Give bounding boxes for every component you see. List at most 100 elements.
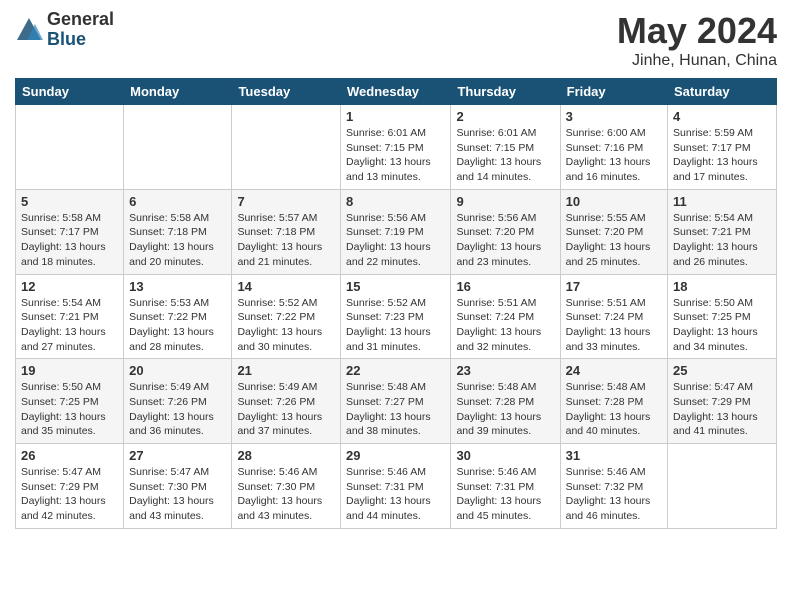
page-container: General Blue May 2024 Jinhe, Hunan, Chin… <box>0 0 792 544</box>
day-number: 16 <box>456 279 554 294</box>
calendar-week-4: 19Sunrise: 5:50 AM Sunset: 7:25 PM Dayli… <box>16 359 777 444</box>
day-number: 10 <box>566 194 662 209</box>
calendar-cell: 23Sunrise: 5:48 AM Sunset: 7:28 PM Dayli… <box>451 359 560 444</box>
title-block: May 2024 Jinhe, Hunan, China <box>617 10 777 70</box>
calendar-cell: 9 Sunrise: 5:56 AM Sunset: 7:20 PM Daylig… <box>451 189 560 274</box>
day-info: Sunrise: 5:48 AM Sunset: 7:28 PM Dayligh… <box>456 380 554 439</box>
day-number: 6 <box>129 194 226 209</box>
calendar-subtitle: Jinhe, Hunan, China <box>617 52 777 70</box>
calendar-cell: 30Sunrise: 5:46 AM Sunset: 7:31 PM Dayli… <box>451 444 560 529</box>
day-number: 7 <box>237 194 335 209</box>
day-info: Sunrise: 5:49 AM Sunset: 7:26 PM Dayligh… <box>237 380 335 439</box>
day-number: 24 <box>566 363 662 378</box>
day-number: 13 <box>129 279 226 294</box>
day-info: Sunrise: 6:00 AM Sunset: 7:16 PM Dayligh… <box>566 126 662 185</box>
logo: General Blue <box>15 10 114 50</box>
calendar-cell: 25 Sunrise: 5:47 AM Sunset: 7:29 PM Dayli… <box>668 359 777 444</box>
calendar-cell: 8 Sunrise: 5:56 AM Sunset: 7:19 PM Daylig… <box>341 189 451 274</box>
day-number: 15 <box>346 279 445 294</box>
calendar-cell: 28 Sunrise: 5:46 AM Sunset: 7:30 PM Dayli… <box>232 444 341 529</box>
logo-blue: Blue <box>47 30 114 50</box>
day-info: Sunrise: 5:47 AM Sunset: 7:29 PM Dayligh… <box>673 380 771 439</box>
day-info: Sunrise: 5:47 AM Sunset: 7:29 PM Dayligh… <box>21 465 118 524</box>
calendar-cell: 18 Sunrise: 5:50 AM Sunset: 7:25 PM Dayli… <box>668 274 777 359</box>
calendar-cell: 19Sunrise: 5:50 AM Sunset: 7:25 PM Dayli… <box>16 359 124 444</box>
day-info: Sunrise: 5:46 AM Sunset: 7:31 PM Dayligh… <box>456 465 554 524</box>
day-info: Sunrise: 5:54 AM Sunset: 7:21 PM Dayligh… <box>21 296 118 355</box>
calendar-cell: 4 Sunrise: 5:59 AM Sunset: 7:17 PM Daylig… <box>668 105 777 190</box>
col-monday: Monday <box>124 79 232 105</box>
col-tuesday: Tuesday <box>232 79 341 105</box>
day-info: Sunrise: 5:56 AM Sunset: 7:20 PM Dayligh… <box>456 211 554 270</box>
calendar-cell: 11 Sunrise: 5:54 AM Sunset: 7:21 PM Dayli… <box>668 189 777 274</box>
day-info: Sunrise: 5:50 AM Sunset: 7:25 PM Dayligh… <box>673 296 771 355</box>
col-thursday: Thursday <box>451 79 560 105</box>
day-info: Sunrise: 5:46 AM Sunset: 7:30 PM Dayligh… <box>237 465 335 524</box>
day-number: 5 <box>21 194 118 209</box>
calendar-week-5: 26 Sunrise: 5:47 AM Sunset: 7:29 PM Dayli… <box>16 444 777 529</box>
day-info: Sunrise: 5:46 AM Sunset: 7:31 PM Dayligh… <box>346 465 445 524</box>
calendar-cell: 16Sunrise: 5:51 AM Sunset: 7:24 PM Dayli… <box>451 274 560 359</box>
day-number: 20 <box>129 363 226 378</box>
col-saturday: Saturday <box>668 79 777 105</box>
day-info: Sunrise: 5:57 AM Sunset: 7:18 PM Dayligh… <box>237 211 335 270</box>
calendar-title: May 2024 <box>617 10 777 52</box>
calendar-cell: 3Sunrise: 6:00 AM Sunset: 7:16 PM Daylig… <box>560 105 667 190</box>
day-info: Sunrise: 5:48 AM Sunset: 7:27 PM Dayligh… <box>346 380 445 439</box>
calendar-cell: 6 Sunrise: 5:58 AM Sunset: 7:18 PM Daylig… <box>124 189 232 274</box>
day-info: Sunrise: 5:46 AM Sunset: 7:32 PM Dayligh… <box>566 465 662 524</box>
day-number: 9 <box>456 194 554 209</box>
day-info: Sunrise: 5:47 AM Sunset: 7:30 PM Dayligh… <box>129 465 226 524</box>
day-info: Sunrise: 5:49 AM Sunset: 7:26 PM Dayligh… <box>129 380 226 439</box>
logo-icon <box>15 16 43 44</box>
day-number: 2 <box>456 109 554 124</box>
day-info: Sunrise: 5:59 AM Sunset: 7:17 PM Dayligh… <box>673 126 771 185</box>
calendar-cell <box>16 105 124 190</box>
calendar-cell: 27 Sunrise: 5:47 AM Sunset: 7:30 PM Dayli… <box>124 444 232 529</box>
day-number: 19 <box>21 363 118 378</box>
calendar-cell: 20 Sunrise: 5:49 AM Sunset: 7:26 PM Dayli… <box>124 359 232 444</box>
calendar-cell: 1 Sunrise: 6:01 AM Sunset: 7:15 PM Daylig… <box>341 105 451 190</box>
day-info: Sunrise: 5:54 AM Sunset: 7:21 PM Dayligh… <box>673 211 771 270</box>
day-info: Sunrise: 6:01 AM Sunset: 7:15 PM Dayligh… <box>456 126 554 185</box>
day-number: 31 <box>566 448 662 463</box>
calendar-cell: 21Sunrise: 5:49 AM Sunset: 7:26 PM Dayli… <box>232 359 341 444</box>
col-wednesday: Wednesday <box>341 79 451 105</box>
day-info: Sunrise: 6:01 AM Sunset: 7:15 PM Dayligh… <box>346 126 445 185</box>
calendar-table: Sunday Monday Tuesday Wednesday Thursday… <box>15 78 777 529</box>
day-info: Sunrise: 5:52 AM Sunset: 7:23 PM Dayligh… <box>346 296 445 355</box>
calendar-cell: 26 Sunrise: 5:47 AM Sunset: 7:29 PM Dayli… <box>16 444 124 529</box>
day-info: Sunrise: 5:53 AM Sunset: 7:22 PM Dayligh… <box>129 296 226 355</box>
calendar-week-1: 1 Sunrise: 6:01 AM Sunset: 7:15 PM Daylig… <box>16 105 777 190</box>
day-info: Sunrise: 5:48 AM Sunset: 7:28 PM Dayligh… <box>566 380 662 439</box>
day-number: 17 <box>566 279 662 294</box>
calendar-cell: 2 Sunrise: 6:01 AM Sunset: 7:15 PM Daylig… <box>451 105 560 190</box>
day-number: 18 <box>673 279 771 294</box>
day-number: 29 <box>346 448 445 463</box>
calendar-cell: 7 Sunrise: 5:57 AM Sunset: 7:18 PM Daylig… <box>232 189 341 274</box>
day-number: 12 <box>21 279 118 294</box>
calendar-cell <box>668 444 777 529</box>
day-number: 22 <box>346 363 445 378</box>
col-friday: Friday <box>560 79 667 105</box>
day-number: 11 <box>673 194 771 209</box>
day-info: Sunrise: 5:56 AM Sunset: 7:19 PM Dayligh… <box>346 211 445 270</box>
day-number: 4 <box>673 109 771 124</box>
day-number: 1 <box>346 109 445 124</box>
calendar-cell: 12 Sunrise: 5:54 AM Sunset: 7:21 PM Dayli… <box>16 274 124 359</box>
day-number: 26 <box>21 448 118 463</box>
calendar-cell: 10Sunrise: 5:55 AM Sunset: 7:20 PM Dayli… <box>560 189 667 274</box>
day-number: 27 <box>129 448 226 463</box>
calendar-cell: 15 Sunrise: 5:52 AM Sunset: 7:23 PM Dayli… <box>341 274 451 359</box>
day-info: Sunrise: 5:58 AM Sunset: 7:17 PM Dayligh… <box>21 211 118 270</box>
col-sunday: Sunday <box>16 79 124 105</box>
day-info: Sunrise: 5:58 AM Sunset: 7:18 PM Dayligh… <box>129 211 226 270</box>
day-number: 8 <box>346 194 445 209</box>
day-info: Sunrise: 5:52 AM Sunset: 7:22 PM Dayligh… <box>237 296 335 355</box>
day-number: 28 <box>237 448 335 463</box>
calendar-cell: 5 Sunrise: 5:58 AM Sunset: 7:17 PM Daylig… <box>16 189 124 274</box>
day-number: 25 <box>673 363 771 378</box>
calendar-cell: 17Sunrise: 5:51 AM Sunset: 7:24 PM Dayli… <box>560 274 667 359</box>
calendar-week-3: 12 Sunrise: 5:54 AM Sunset: 7:21 PM Dayli… <box>16 274 777 359</box>
logo-text: General Blue <box>47 10 114 50</box>
